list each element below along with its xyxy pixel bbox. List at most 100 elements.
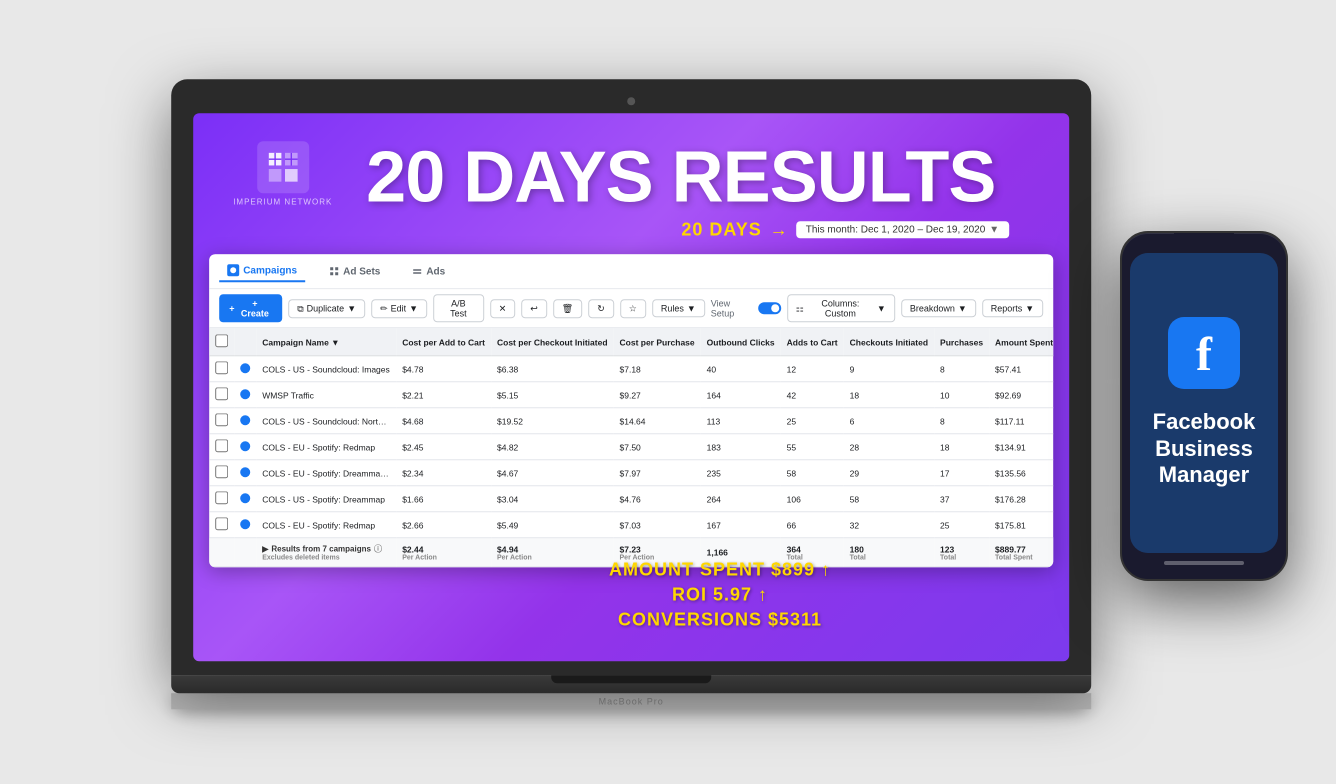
row-cost-checkout: $19.52 xyxy=(491,408,614,434)
icon-btn-2[interactable]: ↩ xyxy=(521,299,547,318)
arrow-up-icon-2: ↑ xyxy=(758,584,768,604)
icon-btn-5[interactable]: ☆ xyxy=(620,299,646,318)
row-checkbox xyxy=(209,382,234,408)
row-status xyxy=(234,434,256,460)
phone-body: f Facebook Business Manager xyxy=(1120,231,1288,581)
row-cost-purchase: $7.97 xyxy=(614,460,701,486)
row-checkbox-input[interactable] xyxy=(215,465,228,478)
tab-ads[interactable]: Ads xyxy=(404,262,453,281)
scene: IMPERIUM NETWORK 20 DAYS RESULTS 20 DAYS… xyxy=(0,0,1336,784)
main-title: 20 DAYS RESULTS xyxy=(352,141,1009,213)
row-purchases: 17 xyxy=(934,460,989,486)
row-amount: $134.91 xyxy=(989,434,1053,460)
row-checkouts: 6 xyxy=(844,408,934,434)
row-campaign-name[interactable]: COLS - US - Soundcloud: Images xyxy=(256,356,396,382)
days-label: 20 DAYS xyxy=(681,219,761,240)
row-cost-add: $2.34 xyxy=(396,460,491,486)
totals-label-text: Results from 7 campaigns xyxy=(271,544,371,553)
laptop-brand-label: MacBook Pro xyxy=(171,693,1091,709)
row-cost-checkout: $5.15 xyxy=(491,382,614,408)
rules-label: Rules xyxy=(661,303,684,313)
row-campaign-name[interactable]: WMSP Traffic xyxy=(256,382,396,408)
table-row: COLS - US - Spotify: Dreammap $1.66 $3.0… xyxy=(209,486,1053,512)
date-dropdown-icon[interactable]: ▼ xyxy=(989,224,999,235)
tab-campaigns[interactable]: Campaigns xyxy=(219,260,305,282)
columns-button[interactable]: ⚏ Columns: Custom ▼ xyxy=(787,294,895,322)
row-outbound: 235 xyxy=(701,460,781,486)
status-dot xyxy=(240,389,250,399)
row-checkbox xyxy=(209,460,234,486)
row-checkbox-input[interactable] xyxy=(215,491,228,504)
days-row: 20 DAYS → This month: Dec 1, 2020 – Dec … xyxy=(352,219,1009,240)
row-checkbox-input[interactable] xyxy=(215,517,228,530)
row-campaign-name[interactable]: COLS - EU - Spotify: Dreammap - @Prec0ne… xyxy=(256,460,396,486)
edit-button[interactable]: ✏ Edit ▼ xyxy=(371,299,427,318)
row-campaign-name[interactable]: COLS - US - Soundcloud: NorthOrange xyxy=(256,408,396,434)
row-adds: 106 xyxy=(781,486,844,512)
row-status xyxy=(234,356,256,382)
row-status xyxy=(234,512,256,538)
table-row: COLS - US - Soundcloud: NorthOrange $4.6… xyxy=(209,408,1053,434)
select-all-checkbox[interactable] xyxy=(215,334,228,347)
duplicate-button[interactable]: ⧉ Duplicate ▼ xyxy=(288,299,365,318)
row-amount: $117.11 xyxy=(989,408,1053,434)
row-outbound: 40 xyxy=(701,356,781,382)
date-badge: This month: Dec 1, 2020 – Dec 19, 2020 ▼ xyxy=(796,221,1009,238)
row-adds: 66 xyxy=(781,512,844,538)
tab-adsets[interactable]: Ad Sets xyxy=(321,262,388,281)
row-cost-add: $4.78 xyxy=(396,356,491,382)
icon-btn-4[interactable]: ↻ xyxy=(588,299,614,318)
ab-test-label: A/B Test xyxy=(442,298,475,318)
row-amount: $92.69 xyxy=(989,382,1053,408)
row-outbound: 164 xyxy=(701,382,781,408)
th-cost-purchase: Cost per Purchase xyxy=(614,328,701,356)
reports-button[interactable]: Reports ▼ xyxy=(982,299,1043,317)
row-checkbox-input[interactable] xyxy=(215,361,228,374)
fb-logo-letter: f xyxy=(1196,331,1212,379)
totals-expand-icon[interactable]: ▶ xyxy=(262,544,268,553)
row-purchases: 8 xyxy=(934,408,989,434)
campaigns-icon xyxy=(227,264,239,276)
totals-checkbox xyxy=(209,538,234,567)
fb-tab-bar: Campaigns Ad Sets xyxy=(209,254,1053,289)
fb-app-name: Facebook Business Manager xyxy=(1146,409,1262,488)
stats-overlay: AMOUNT SPENT $899 ↑ ROI 5.97 ↑ CONVERSIO… xyxy=(609,557,831,633)
arrow-right-icon: → xyxy=(770,219,788,240)
totals-label-cell: ▶ Results from 7 campaigns ⓘ Excludes de… xyxy=(256,538,396,567)
phone-screen: f Facebook Business Manager xyxy=(1130,253,1278,553)
table-row: COLS - US - Soundcloud: Images $4.78 $6.… xyxy=(209,356,1053,382)
tab-adsets-label: Ad Sets xyxy=(343,266,380,277)
row-status xyxy=(234,408,256,434)
view-toggle[interactable] xyxy=(758,302,781,314)
row-cost-purchase: $14.64 xyxy=(614,408,701,434)
row-campaign-name[interactable]: COLS - US - Spotify: Dreammap xyxy=(256,486,396,512)
view-setup-label: View Setup xyxy=(711,298,754,318)
columns-label: Columns: Custom xyxy=(807,298,874,318)
ab-test-button[interactable]: A/B Test xyxy=(433,294,484,322)
icon-btn-1[interactable]: ✕ xyxy=(490,299,516,318)
status-dot xyxy=(240,441,250,451)
row-campaign-name[interactable]: COLS - EU - Spotify: Redmap xyxy=(256,512,396,538)
row-adds: 58 xyxy=(781,460,844,486)
row-outbound: 264 xyxy=(701,486,781,512)
duplicate-dropdown-icon: ▼ xyxy=(347,303,356,313)
laptop-hinge xyxy=(551,675,711,683)
row-amount: $57.41 xyxy=(989,356,1053,382)
row-outbound: 113 xyxy=(701,408,781,434)
create-label: + Create xyxy=(237,298,272,318)
view-setup: View Setup xyxy=(711,298,781,318)
columns-dropdown-icon: ▼ xyxy=(877,303,886,313)
laptop-body: IMPERIUM NETWORK 20 DAYS RESULTS 20 DAYS… xyxy=(171,79,1091,675)
row-checkbox-input[interactable] xyxy=(215,439,228,452)
icon-btn-3[interactable]: 🗑 xyxy=(553,299,582,318)
row-checkbox-input[interactable] xyxy=(215,387,228,400)
th-checkouts: Checkouts Initiated xyxy=(844,328,934,356)
row-campaign-name[interactable]: COLS - EU - Spotify: Redmap xyxy=(256,434,396,460)
create-button[interactable]: + + Create xyxy=(219,294,282,322)
table-row: WMSP Traffic $2.21 $5.15 $9.27 164 42 18… xyxy=(209,382,1053,408)
row-cost-checkout: $3.04 xyxy=(491,486,614,512)
row-checkbox xyxy=(209,408,234,434)
breakdown-button[interactable]: Breakdown ▼ xyxy=(901,299,976,317)
row-checkbox-input[interactable] xyxy=(215,413,228,426)
rules-button[interactable]: Rules ▼ xyxy=(652,299,705,317)
